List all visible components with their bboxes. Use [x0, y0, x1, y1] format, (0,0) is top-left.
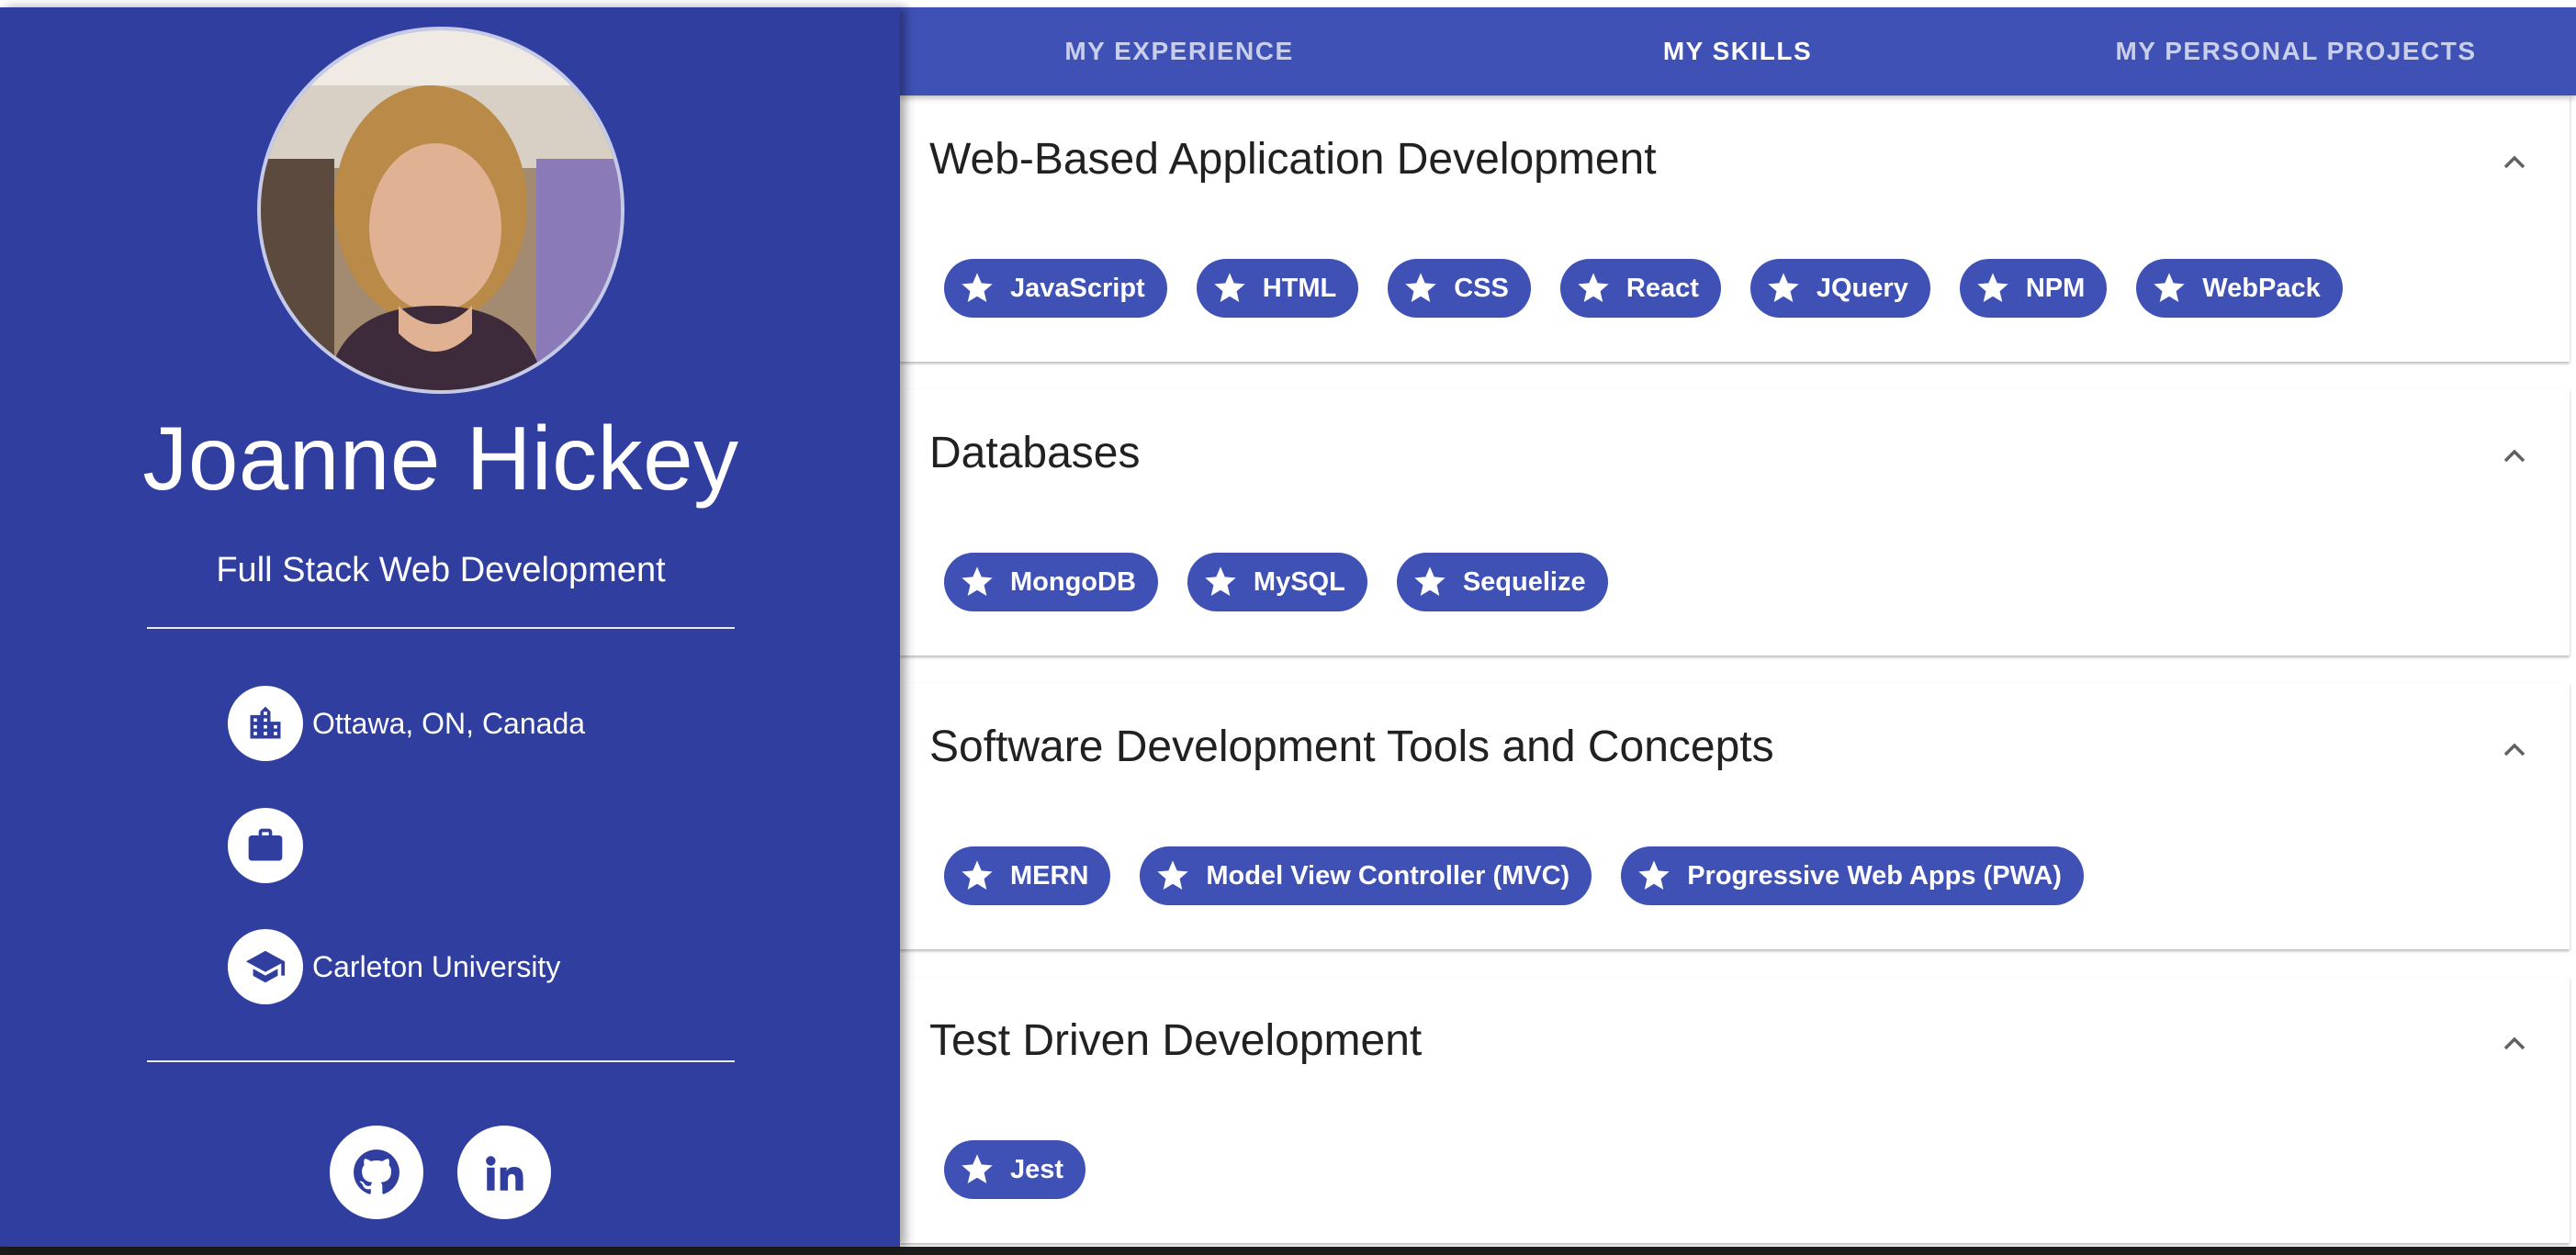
skill-chip[interactable]: JavaScript: [944, 259, 1167, 318]
bottom-strip: [0, 1247, 2576, 1255]
star-icon: [2154, 273, 2185, 302]
star-icon: [962, 566, 993, 596]
skill-chip-label: WebPack: [2202, 273, 2321, 303]
skill-chip[interactable]: JQuery: [1749, 259, 1930, 318]
skill-chip[interactable]: HTML: [1196, 259, 1359, 318]
chevron-up-icon[interactable]: [2496, 438, 2533, 475]
divider-top: [147, 627, 735, 629]
chip-list: MERN Model View Controller (MVC) Progressi…: [944, 846, 2113, 905]
profile-name: Joanne Hickey: [142, 408, 739, 509]
skill-panel: Software Development Tools and Concepts …: [900, 683, 2570, 949]
skill-panel: Web-Based Application Development JavaSc…: [900, 95, 2570, 362]
skill-chip-label: Jest: [1010, 1154, 1064, 1184]
panel-title: Databases: [929, 429, 1141, 477]
skill-chip-label: MERN: [1010, 860, 1089, 891]
skill-chip-label: JavaScript: [1010, 273, 1145, 303]
education-text: Carleton University: [312, 949, 561, 983]
star-icon: [1977, 273, 2008, 302]
star-icon: [1214, 273, 1245, 302]
skill-chip-label: Model View Controller (MVC): [1206, 860, 1570, 891]
star-icon: [1405, 273, 1436, 302]
profile-sidebar: Joanne Hickey Full Stack Web Development…: [0, 7, 900, 1247]
skill-chip[interactable]: WebPack: [2136, 259, 2343, 318]
divider-bottom: [147, 1060, 735, 1062]
star-icon: [962, 860, 993, 890]
tab-my-skills[interactable]: MY SKILLS: [1458, 7, 2017, 95]
city-icon: [228, 686, 303, 761]
skill-panel: Databases MongoDB MySQL Sequelize: [900, 389, 2570, 656]
avatar: [257, 27, 624, 394]
briefcase-icon: [228, 808, 303, 883]
linkedin-icon: [486, 1156, 523, 1191]
star-icon: [1157, 860, 1189, 890]
skill-chip[interactable]: MongoDB: [944, 553, 1158, 611]
chip-list: Jest: [944, 1140, 1115, 1199]
chip-list: JavaScript HTML CSS React JQuery NPM WebPack: [944, 259, 2372, 318]
skill-chip[interactable]: Progressive Web Apps (PWA): [1621, 846, 2084, 905]
star-icon: [962, 273, 993, 302]
skill-chip-label: MySQL: [1253, 566, 1345, 597]
education-row: Carleton University: [228, 928, 560, 1005]
skill-chip-label: React: [1625, 273, 1699, 303]
chevron-up-icon[interactable]: [2496, 732, 2533, 768]
skill-chip[interactable]: Jest: [944, 1140, 1086, 1199]
skill-chip[interactable]: NPM: [1959, 259, 2108, 318]
skill-panel: Test Driven Development Jest: [900, 977, 2570, 1243]
linkedin-link[interactable]: [457, 1126, 551, 1219]
skill-chip-label: JQuery: [1816, 273, 1908, 303]
star-icon: [1638, 860, 1670, 890]
skill-chip-label: HTML: [1262, 273, 1337, 303]
skill-chip-label: NPM: [2025, 273, 2086, 303]
chevron-up-icon[interactable]: [2496, 144, 2533, 181]
star-icon: [1578, 273, 1609, 302]
graduation-cap-icon: [228, 929, 303, 1004]
skill-chip[interactable]: React: [1559, 259, 1721, 318]
skill-chip[interactable]: MERN: [944, 846, 1111, 905]
employer-row: [228, 807, 312, 884]
skill-chip-label: Sequelize: [1462, 566, 1586, 597]
star-icon: [1768, 273, 1799, 302]
chevron-up-icon[interactable]: [2496, 1025, 2533, 1062]
top-strip: [0, 0, 2576, 7]
github-link[interactable]: [330, 1126, 423, 1219]
skill-chip[interactable]: Model View Controller (MVC): [1140, 846, 1592, 905]
panel-title: Test Driven Development: [929, 1016, 1423, 1065]
tab-bar: MY EXPERIENCE MY SKILLS MY PERSONAL PROJ…: [900, 7, 2576, 95]
location-row: Ottawa, ON, Canada: [228, 685, 585, 762]
chip-list: MongoDB MySQL Sequelize: [944, 553, 1637, 611]
profile-title: Full Stack Web Development: [216, 551, 666, 589]
star-icon: [1414, 566, 1445, 596]
panel-title: Software Development Tools and Concepts: [929, 723, 1774, 771]
skill-chip-label: Progressive Web Apps (PWA): [1687, 860, 2062, 891]
star-icon: [1205, 566, 1236, 596]
skill-chip[interactable]: CSS: [1388, 259, 1531, 318]
skill-chip[interactable]: Sequelize: [1396, 553, 1608, 611]
skill-chip-label: MongoDB: [1010, 566, 1136, 597]
tab-my-personal-projects[interactable]: MY PERSONAL PROJECTS: [2017, 7, 2575, 95]
github-icon: [354, 1149, 399, 1194]
avatar-photo: [261, 30, 621, 390]
star-icon: [962, 1154, 993, 1183]
skill-chip-label: CSS: [1454, 273, 1509, 303]
panel-title: Web-Based Application Development: [929, 135, 1657, 184]
skill-chip[interactable]: MySQL: [1187, 553, 1367, 611]
location-text: Ottawa, ON, Canada: [312, 706, 586, 740]
tab-my-experience[interactable]: MY EXPERIENCE: [900, 7, 1458, 95]
